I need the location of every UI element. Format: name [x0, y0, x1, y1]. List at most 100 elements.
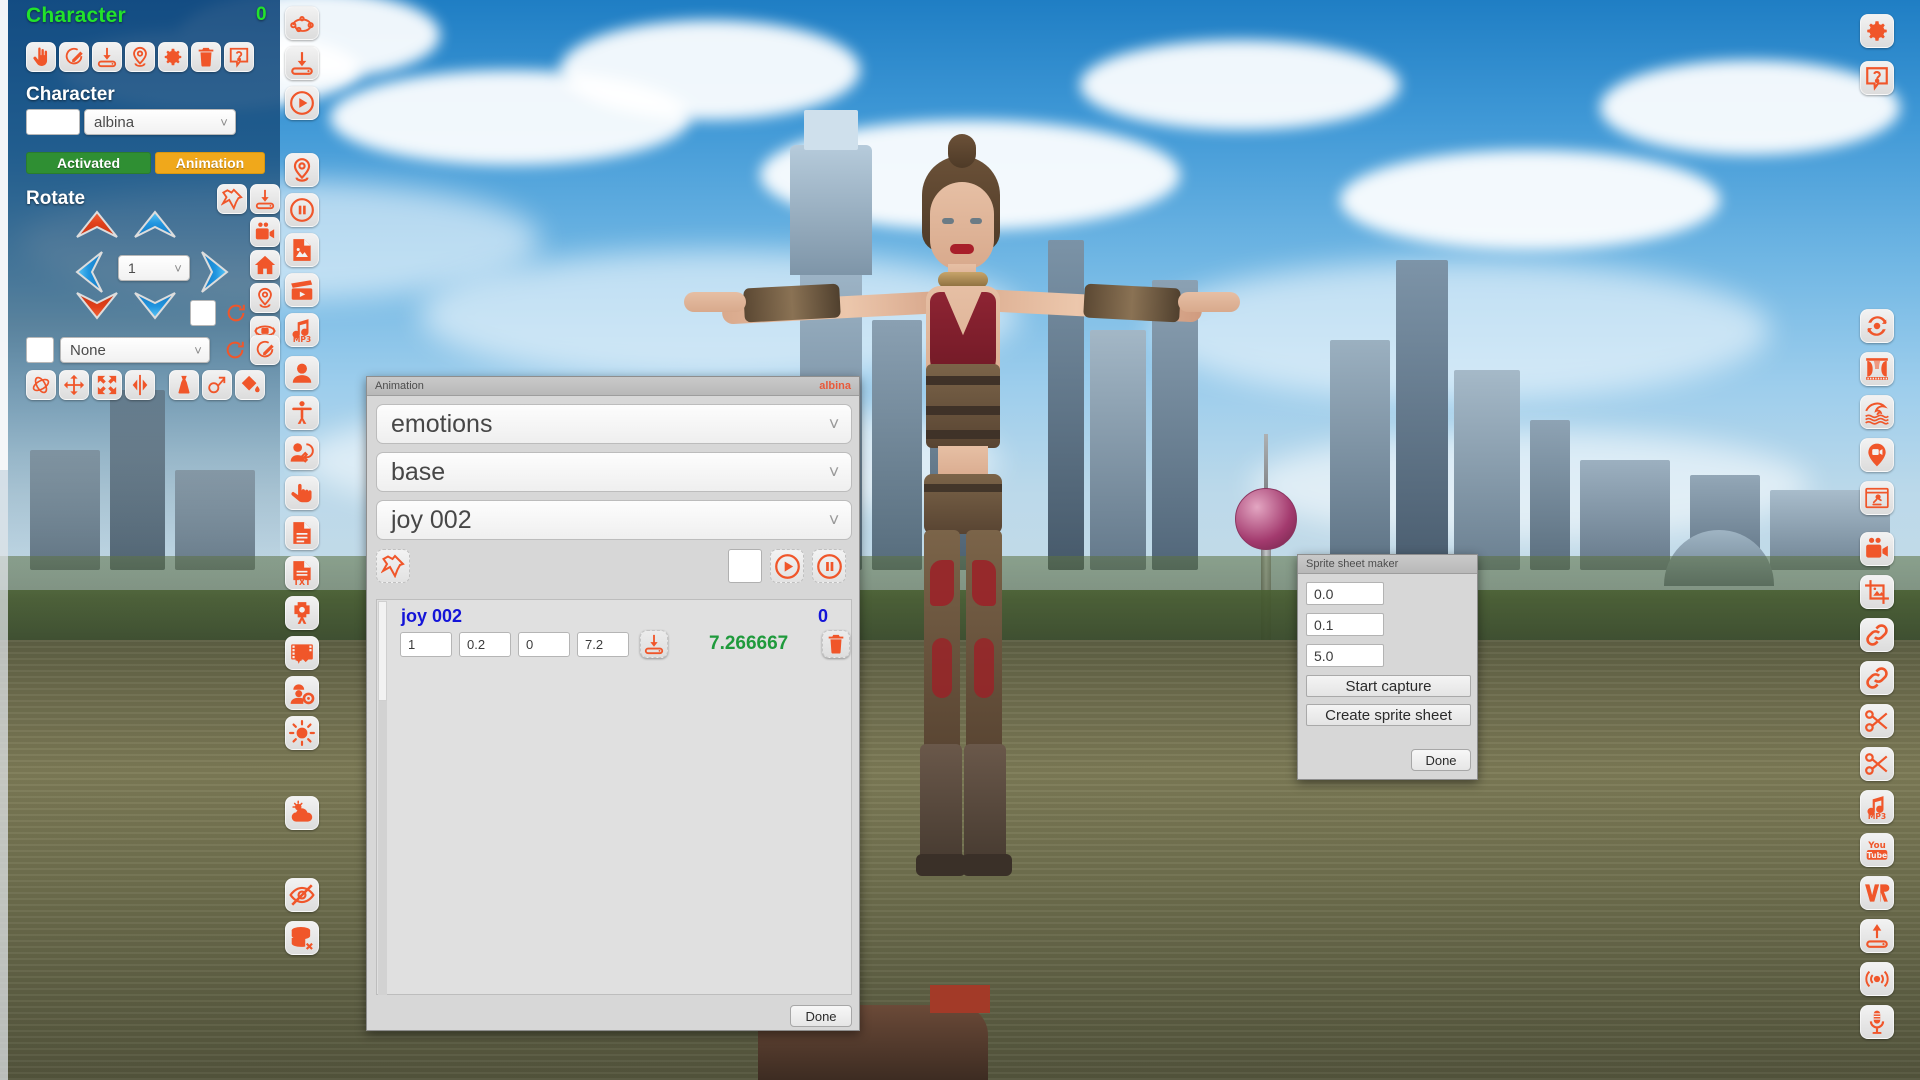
mp3-music-icon[interactable]: MP3: [285, 313, 319, 347]
sprite-field-interval[interactable]: 0.1: [1306, 613, 1384, 636]
animation-done-button[interactable]: Done: [790, 1005, 852, 1027]
page-scrollbar[interactable]: [0, 0, 8, 1080]
animation-button[interactable]: Animation: [155, 152, 265, 174]
home-icon[interactable]: [250, 250, 280, 280]
hand-gesture-icon[interactable]: [285, 476, 319, 510]
video-location-icon[interactable]: [1860, 438, 1894, 472]
clapperboard-icon[interactable]: [285, 273, 319, 307]
reload-icon[interactable]: [220, 335, 250, 365]
create-sprite-sheet-button[interactable]: Create sprite sheet: [1306, 704, 1471, 726]
crop-image-icon[interactable]: [1860, 575, 1894, 609]
play-circle-icon[interactable]: [770, 549, 804, 583]
video-camera-icon[interactable]: [250, 217, 280, 247]
morph-checkbox[interactable]: [26, 337, 54, 363]
clip-field-2[interactable]: 0.2: [459, 632, 511, 657]
clip-field-4[interactable]: 7.2: [577, 632, 629, 657]
pin-icon[interactable]: [376, 549, 410, 583]
sprite-field-duration[interactable]: 5.0: [1306, 644, 1384, 667]
help-question-icon[interactable]: [224, 42, 254, 72]
paint-bucket-icon[interactable]: [235, 370, 265, 400]
edit-pencil-icon[interactable]: [59, 42, 89, 72]
water-wave-icon[interactable]: [1860, 395, 1894, 429]
youtube-icon[interactable]: You Tube: [1860, 833, 1894, 867]
start-capture-button[interactable]: Start capture: [1306, 675, 1471, 697]
worker-settings-icon[interactable]: [285, 676, 319, 710]
edit-pencil-icon[interactable]: [250, 335, 280, 365]
document-icon[interactable]: [285, 516, 319, 550]
hide-eye-icon[interactable]: [285, 878, 319, 912]
sun-light-icon[interactable]: [285, 716, 319, 750]
mirror-icon[interactable]: [125, 370, 155, 400]
clip-field-3[interactable]: 0: [518, 632, 570, 657]
scissors-icon[interactable]: [1860, 704, 1894, 738]
clip-list-scrollbar-thumb[interactable]: [378, 601, 387, 701]
pose-figure-icon[interactable]: [285, 396, 319, 430]
pin-icon[interactable]: [217, 184, 247, 214]
animation-clip-select[interactable]: joy 002 ˅: [376, 500, 852, 540]
help-question-icon[interactable]: [1860, 61, 1894, 95]
sprite-field-start[interactable]: 0.0: [1306, 582, 1384, 605]
morph-select[interactable]: None ˅: [60, 337, 210, 363]
rotate-step-select[interactable]: 1 ˅: [118, 255, 190, 281]
weather-cloud-icon[interactable]: [285, 796, 319, 830]
place-marker-icon[interactable]: [250, 283, 280, 313]
vr-icon[interactable]: [1860, 876, 1894, 910]
rotate-3d-icon[interactable]: [26, 370, 56, 400]
pause-circle-icon[interactable]: [812, 549, 846, 583]
page-scrollbar-thumb[interactable]: [0, 0, 8, 470]
animation-dialog-titlebar[interactable]: Animation albina: [367, 377, 859, 396]
delete-trash-icon[interactable]: [822, 630, 850, 658]
place-marker-icon[interactable]: [125, 42, 155, 72]
animation-run-icon[interactable]: [1860, 481, 1894, 515]
link-alt-icon[interactable]: [1860, 661, 1894, 695]
text-file-txt-icon[interactable]: TXT: [285, 556, 319, 590]
rotate-left-arrow[interactable]: [74, 250, 104, 294]
settings-gear-icon[interactable]: [1860, 14, 1894, 48]
avatar-person-icon[interactable]: [285, 356, 319, 390]
video-camera-icon[interactable]: [1860, 532, 1894, 566]
delete-trash-icon[interactable]: [191, 42, 221, 72]
place-marker-icon[interactable]: [285, 153, 319, 187]
rotate-right-arrow[interactable]: [200, 250, 230, 294]
clothing-dress-icon[interactable]: [169, 370, 199, 400]
activated-button[interactable]: Activated: [26, 152, 151, 174]
film-effects-icon[interactable]: [285, 636, 319, 670]
save-download-icon[interactable]: [250, 184, 280, 214]
rotate-up-arrow[interactable]: [75, 210, 119, 240]
image-file-icon[interactable]: [285, 233, 319, 267]
settings-gear-icon[interactable]: [158, 42, 188, 72]
microphone-icon[interactable]: [1860, 1005, 1894, 1039]
attach-object-icon[interactable]: [202, 370, 232, 400]
character-color-swatch[interactable]: [26, 109, 80, 135]
sprite-dialog-titlebar[interactable]: Sprite sheet maker: [1298, 555, 1477, 574]
stage-curtain-icon[interactable]: [1860, 352, 1894, 386]
reload-icon[interactable]: [221, 298, 251, 328]
path-nodes-icon[interactable]: [285, 6, 319, 40]
save-download-icon[interactable]: [92, 42, 122, 72]
link-icon[interactable]: [1860, 618, 1894, 652]
pause-circle-icon[interactable]: [285, 193, 319, 227]
animation-category-select[interactable]: emotions ˅: [376, 404, 852, 444]
save-download-icon[interactable]: [285, 46, 319, 80]
animation-subcategory-select[interactable]: base ˅: [376, 452, 852, 492]
animation-loop-checkbox[interactable]: [728, 549, 762, 583]
broadcast-signal-icon[interactable]: [1860, 962, 1894, 996]
rotate-down-alt-arrow[interactable]: [133, 290, 177, 320]
scale-icon[interactable]: [92, 370, 122, 400]
play-circle-icon[interactable]: [285, 86, 319, 120]
rotate-lock-checkbox[interactable]: [190, 300, 216, 326]
delete-database-icon[interactable]: [285, 921, 319, 955]
move-icon[interactable]: [59, 370, 89, 400]
clip-list-scrollbar[interactable]: [378, 601, 387, 995]
sprite-done-button[interactable]: Done: [1411, 749, 1471, 771]
upload-icon[interactable]: [1860, 919, 1894, 953]
scissors-alt-icon[interactable]: [1860, 747, 1894, 781]
clip-field-1[interactable]: 1: [400, 632, 452, 657]
character-swap-icon[interactable]: [285, 436, 319, 470]
save-download-icon[interactable]: [640, 630, 668, 658]
refresh-sync-icon[interactable]: [1860, 309, 1894, 343]
mp3-music-icon[interactable]: MP3: [1860, 790, 1894, 824]
rotate-down-arrow[interactable]: [75, 290, 119, 320]
target-aim-icon[interactable]: [285, 596, 319, 630]
select-hand-icon[interactable]: [26, 42, 56, 72]
